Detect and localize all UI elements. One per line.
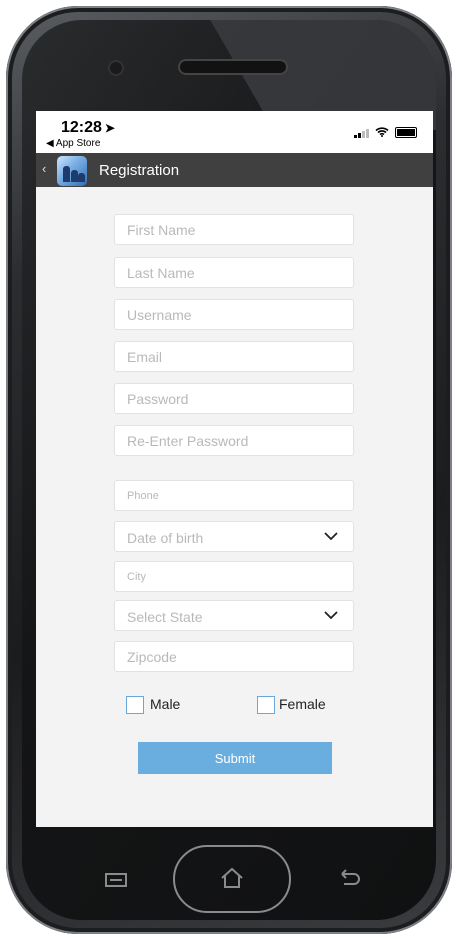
app-screen: 12:28 ➤ ◀ App Store ‹ Registration First… [36, 111, 433, 827]
username-input[interactable] [115, 300, 353, 329]
location-arrow-icon: ➤ [104, 121, 115, 135]
zipcode-field[interactable] [114, 641, 354, 672]
time-text: 12:28 [61, 119, 102, 136]
earpiece-speaker [180, 61, 286, 73]
city-field[interactable] [114, 561, 354, 592]
re-password-input[interactable] [115, 426, 353, 455]
phone-input[interactable] [115, 481, 353, 510]
dob-select[interactable]: Date of birth [114, 521, 354, 552]
password-input[interactable] [115, 384, 353, 413]
female-label: Female [279, 696, 326, 712]
battery-icon [395, 127, 417, 138]
male-checkbox[interactable] [126, 696, 144, 714]
back-icon[interactable] [338, 869, 362, 887]
last-name-input[interactable] [115, 258, 353, 287]
dob-value: Date of birth [127, 530, 204, 546]
signal-icon [354, 128, 369, 138]
wifi-icon [375, 127, 389, 138]
status-bar: 12:28 ➤ ◀ App Store [36, 111, 433, 153]
email-input[interactable] [115, 342, 353, 371]
last-name-field[interactable] [114, 257, 354, 288]
zipcode-input[interactable] [115, 642, 353, 671]
female-checkbox[interactable] [257, 696, 275, 714]
back-to-app-store[interactable]: ◀ App Store [46, 138, 100, 149]
home-icon [221, 867, 243, 888]
city-input[interactable] [115, 562, 353, 591]
front-camera [110, 62, 122, 74]
re-password-field[interactable] [114, 425, 354, 456]
first-name-input[interactable] [115, 215, 353, 244]
page-title: Registration [99, 162, 180, 179]
submit-button[interactable]: Submit [138, 742, 332, 774]
state-value: Select State [127, 609, 203, 625]
chevron-down-icon [324, 611, 338, 620]
phone-field[interactable] [114, 480, 354, 511]
state-select[interactable]: Select State [114, 600, 354, 631]
status-time: 12:28 ➤ [61, 119, 115, 137]
menu-icon[interactable] [105, 873, 127, 887]
email-field[interactable] [114, 341, 354, 372]
male-label: Male [150, 696, 181, 712]
first-name-field[interactable] [114, 214, 354, 245]
app-logo [57, 156, 87, 186]
password-field[interactable] [114, 383, 354, 414]
chevron-down-icon [324, 532, 338, 541]
nav-bar: ‹ Registration [36, 153, 433, 187]
back-chevron-icon[interactable]: ‹ [42, 161, 46, 176]
system-icons [354, 127, 417, 138]
username-field[interactable] [114, 299, 354, 330]
